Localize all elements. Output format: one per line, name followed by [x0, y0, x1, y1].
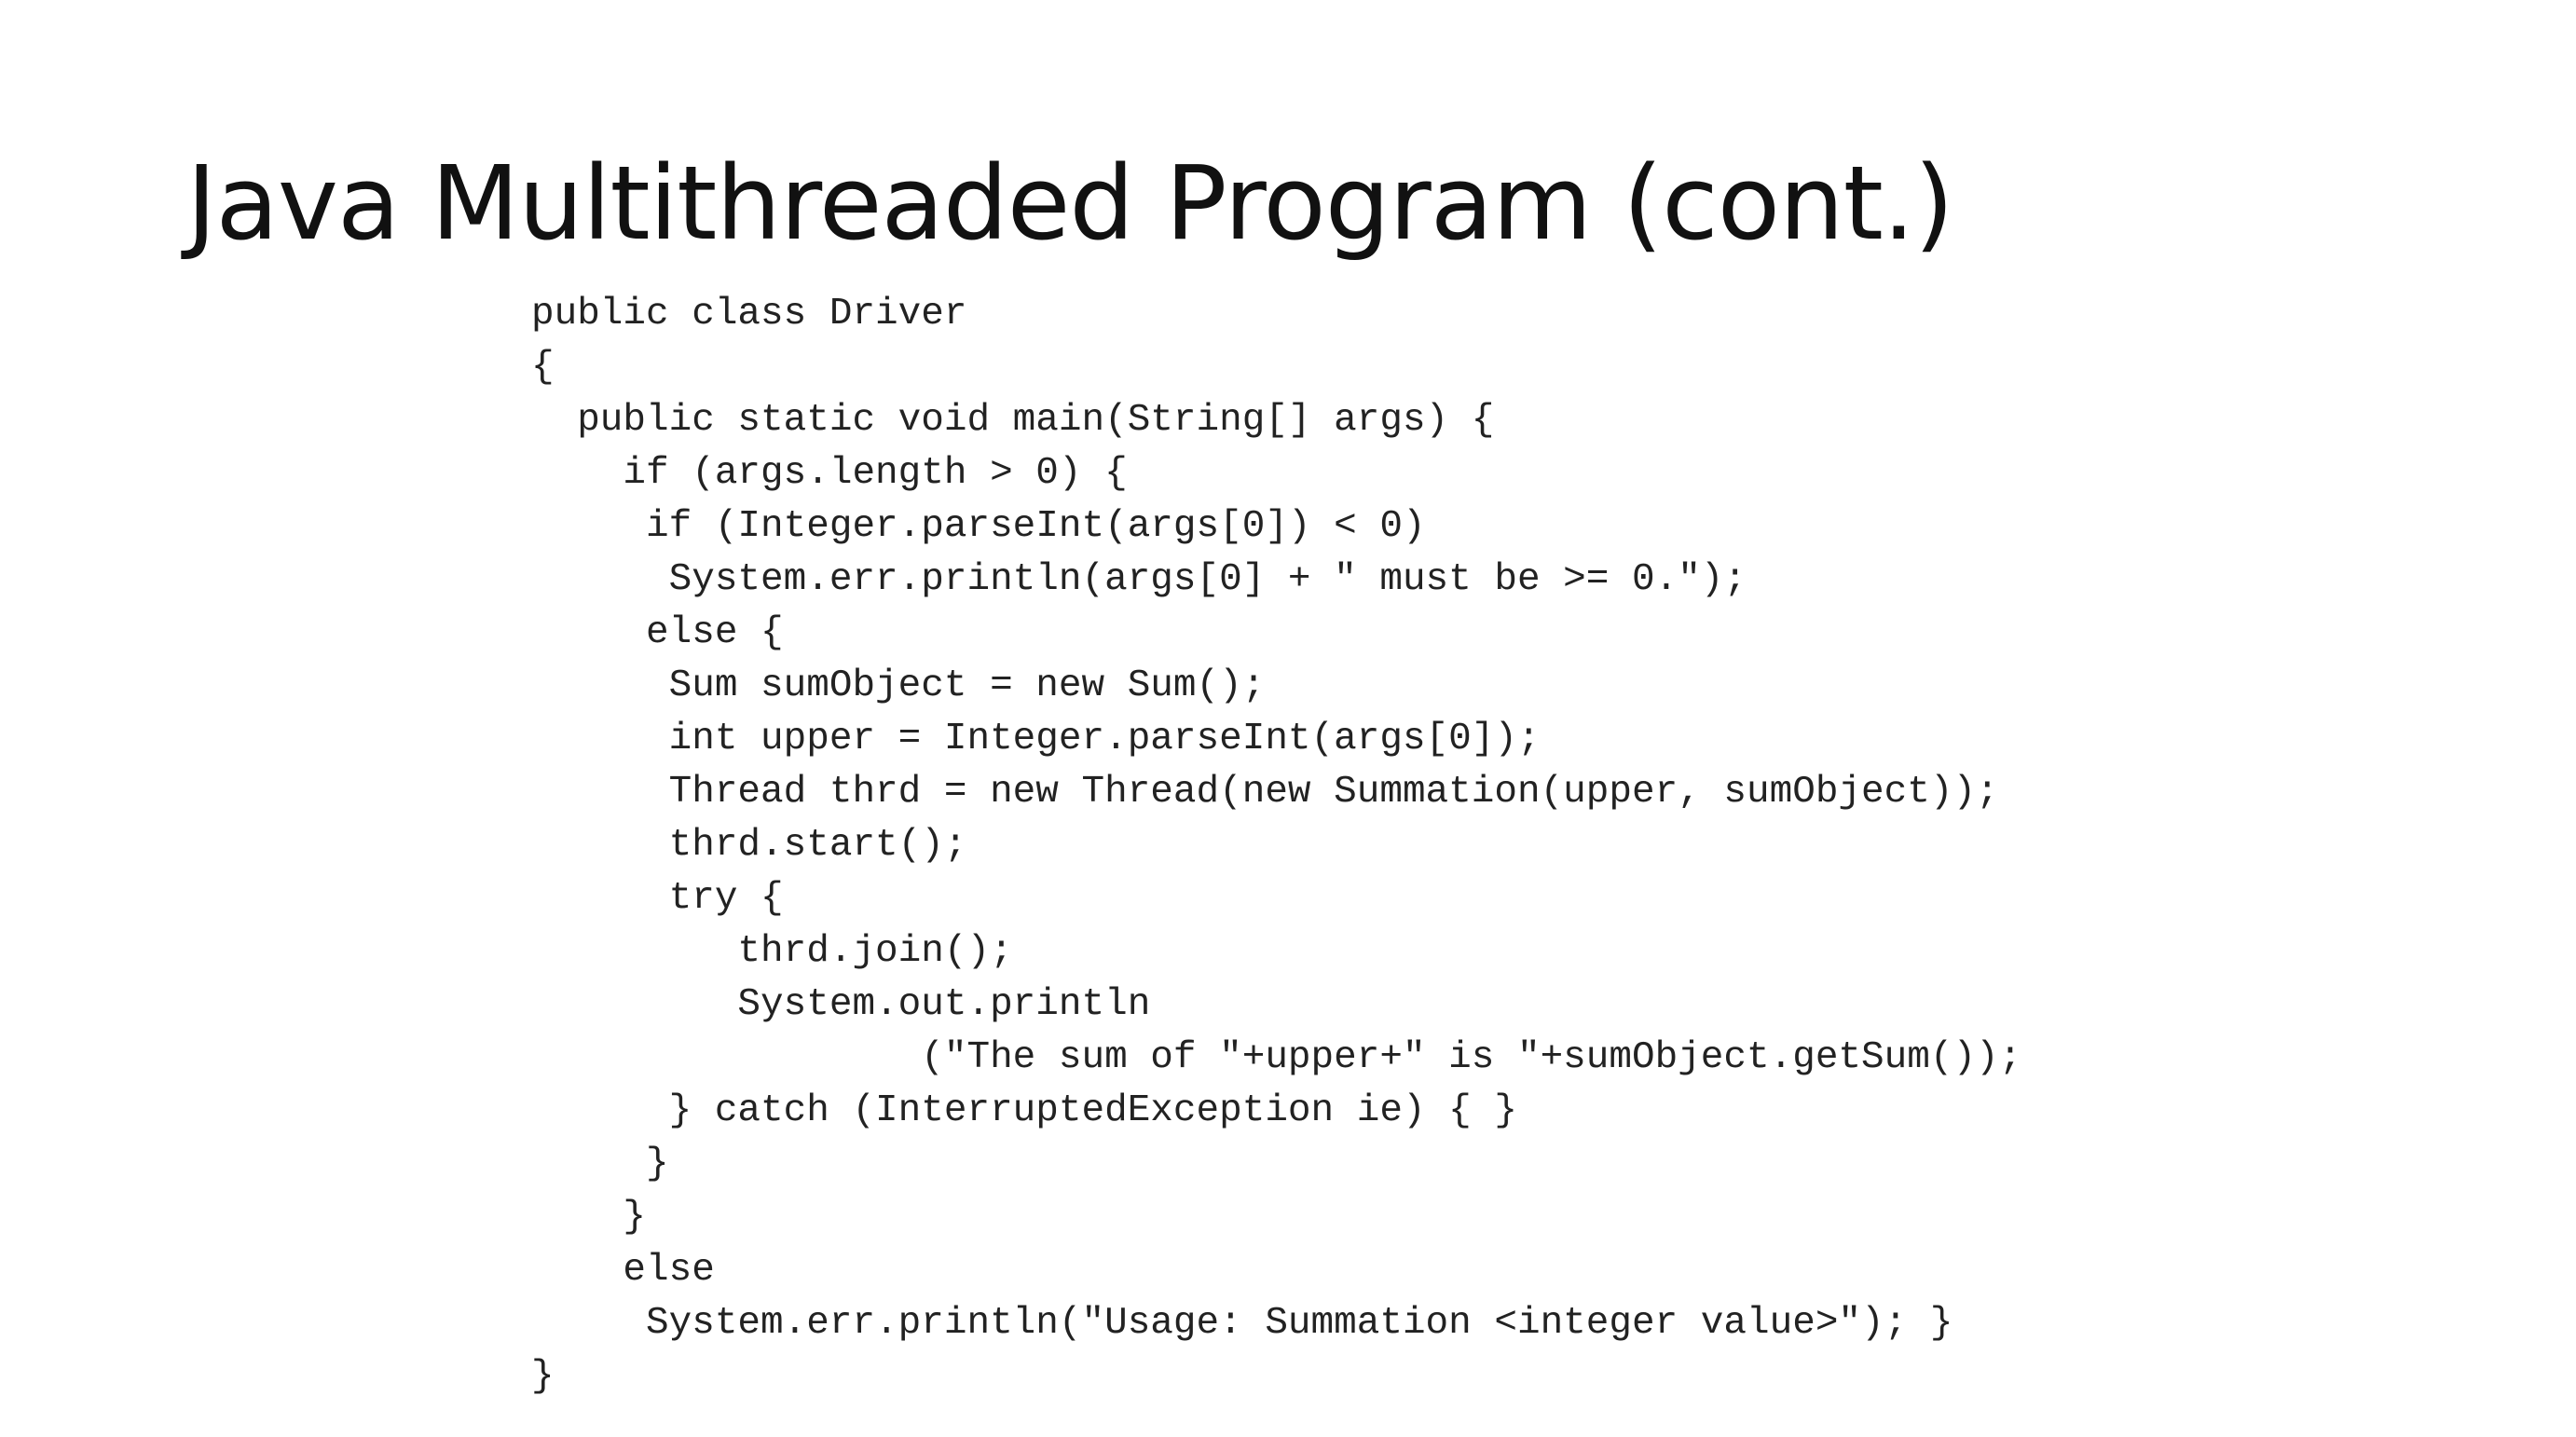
code-line: else { [531, 611, 784, 654]
code-line: public static void main(String[] args) { [531, 399, 1495, 442]
code-line: } [531, 1143, 669, 1185]
code-line: System.err.println("Usage: Summation <in… [531, 1302, 1953, 1345]
code-line: System.out.println [531, 983, 1151, 1026]
slide: Java Multithreaded Program (cont.) publi… [0, 0, 2576, 1437]
code-line: thrd.start(); [531, 824, 967, 867]
code-line: else [531, 1249, 715, 1292]
code-line: try { [531, 877, 784, 920]
code-line: { [531, 346, 555, 389]
code-line: thrd.join(); [531, 930, 1013, 973]
code-line: ("The sum of "+upper+" is "+sumObject.ge… [531, 1036, 2022, 1079]
code-line: int upper = Integer.parseInt(args[0]); [531, 718, 1541, 760]
code-line: if (args.length > 0) { [531, 452, 1128, 495]
code-line: } [531, 1196, 647, 1239]
code-line: public class Driver [531, 293, 967, 335]
code-line: Thread thrd = new Thread(new Summation(u… [531, 771, 1999, 814]
code-line: } [531, 1355, 555, 1398]
code-line: if (Integer.parseInt(args[0]) < 0) [531, 505, 1426, 548]
code-line: Sum sumObject = new Sum(); [531, 664, 1266, 707]
slide-title: Java Multithreaded Program (cont.) [186, 144, 1954, 263]
code-line: System.err.println(args[0] + " must be >… [531, 558, 1747, 601]
code-line: } catch (InterruptedException ie) { } [531, 1089, 1517, 1132]
